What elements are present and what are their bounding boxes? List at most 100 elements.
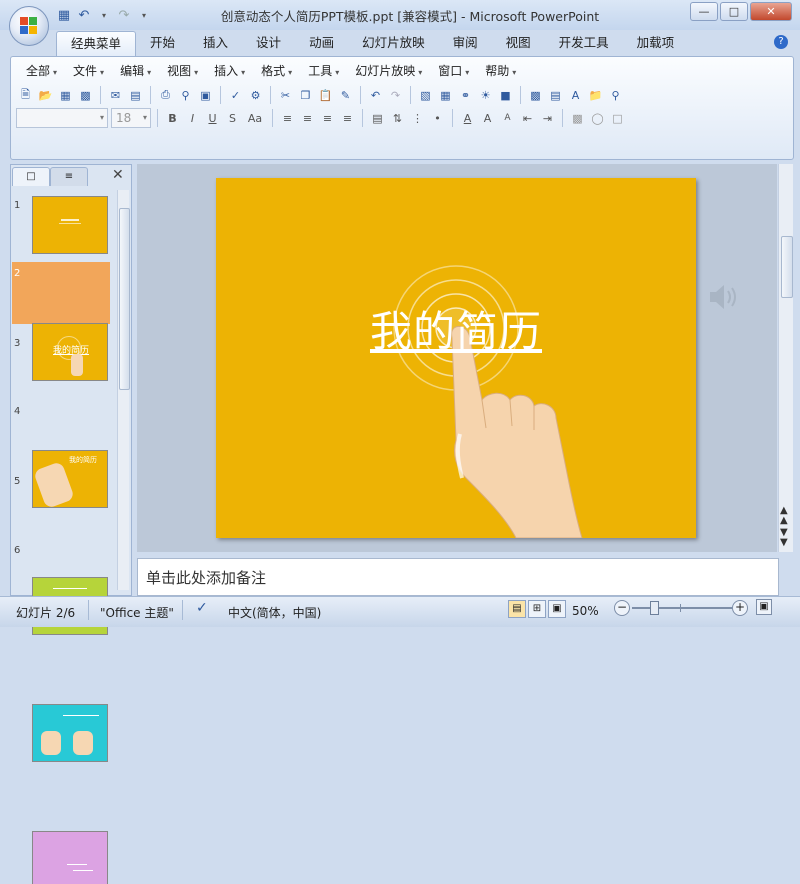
zoom-slider-track[interactable] [632,607,732,609]
notes-pane[interactable]: 单击此处添加备注 [137,558,779,596]
layout-icon[interactable]: ▤ [547,87,564,104]
normal-view-icon[interactable]: ▤ [508,600,526,618]
zoom-icon[interactable]: ⚲ [607,87,624,104]
underline-icon[interactable]: U [204,110,221,127]
minimize-button[interactable]: — [690,2,718,21]
open-folder-icon[interactable]: 📂 [37,87,54,104]
align-left-icon[interactable]: ≡ [279,110,296,127]
tab-developer[interactable]: 开发工具 [545,31,623,55]
font-color-icon[interactable]: A [459,110,476,127]
tab-classic-menu[interactable]: 经典菜单 [56,31,137,56]
tab-addins[interactable]: 加载项 [623,31,689,55]
slide-scrollbar[interactable]: ▲ ▲ ▼ ▼ [778,164,793,552]
page-setup-icon[interactable]: ▣ [197,87,214,104]
clipart-icon[interactable]: ☀ [477,87,494,104]
redo-icon[interactable]: ↷ [116,7,132,23]
slide-thumbnail-1[interactable] [32,196,108,254]
menu-window[interactable]: 窗口 ▾ [430,63,477,79]
change-case-icon[interactable]: Aa [244,110,266,127]
redo-icon[interactable]: ↷ [387,87,404,104]
quick-styles-icon[interactable]: □ [609,110,626,127]
print-preview-icon[interactable]: ⚲ [177,87,194,104]
close-icon[interactable]: ✕ [112,167,124,183]
undo-icon[interactable]: ↶ [367,87,384,104]
decrease-indent-icon[interactable]: ⇤ [519,110,536,127]
speaker-icon[interactable] [706,282,742,312]
slides-pane-scrollbar[interactable] [117,190,130,590]
new-document-icon[interactable]: 🗎 [17,87,34,104]
slide-thumbnail-5[interactable] [32,704,108,762]
text-direction-icon[interactable]: ⇅ [389,110,406,127]
table-icon[interactable]: ▦ [437,87,454,104]
columns-icon[interactable]: ▤ [369,110,386,127]
undo-icon[interactable]: ↶ [76,7,92,23]
bold-icon[interactable]: B [164,110,181,127]
align-right-icon[interactable]: ≡ [319,110,336,127]
save-icon[interactable]: ▦ [57,87,74,104]
shadow-icon[interactable]: S [224,110,241,127]
slideshow-view-icon[interactable]: ▣ [548,600,566,618]
spell-check-icon[interactable]: ✓ [196,600,208,616]
permission-icon[interactable]: ▩ [77,87,94,104]
folder-icon[interactable]: 📁 [587,87,604,104]
chart-icon[interactable]: ▧ [417,87,434,104]
align-center-icon[interactable]: ≡ [299,110,316,127]
tab-review[interactable]: 审阅 [439,31,492,55]
shrink-font-icon[interactable]: A [499,110,516,127]
language-indicator[interactable]: 中文(简体，中国) [228,604,321,621]
increase-indent-icon[interactable]: ⇥ [539,110,556,127]
zoom-out-icon[interactable]: − [614,600,630,616]
office-button[interactable] [9,6,49,46]
tab-insert[interactable]: 插入 [189,31,242,55]
menu-help[interactable]: 帮助 ▾ [477,63,524,79]
tab-slideshow[interactable]: 幻灯片放映 [348,31,439,55]
maximize-button[interactable]: □ [720,2,748,21]
numbering-icon[interactable]: ⋮ [409,110,426,127]
new-slide-icon[interactable]: ▩ [527,87,544,104]
copy-icon[interactable]: ❐ [297,87,314,104]
spelling-icon[interactable]: ✓ [227,87,244,104]
previous-slide-icon[interactable]: ▲ ▲ [780,506,788,526]
attach-icon[interactable]: ▤ [127,87,144,104]
slide-sorter-icon[interactable]: ⊞ [528,600,546,618]
scrollbar-thumb[interactable] [781,236,793,298]
print-icon[interactable]: ⎙ [157,87,174,104]
tab-home[interactable]: 开始 [136,31,189,55]
chevron-down-icon[interactable]: ▾ [96,7,112,23]
design-icon[interactable]: ▩ [569,110,586,127]
color-grayscale-icon[interactable]: ■ [497,87,514,104]
hyperlink-icon[interactable]: ⚭ [457,87,474,104]
font-name-combo[interactable]: ▾ [16,108,108,128]
grow-font-icon[interactable]: A [479,110,496,127]
bullets-icon[interactable]: • [429,110,446,127]
zoom-in-icon[interactable]: + [732,600,748,616]
menu-insert[interactable]: 插入 ▾ [206,63,253,79]
format-painter-icon[interactable]: ✎ [337,87,354,104]
menu-all[interactable]: 全部 ▾ [18,63,65,79]
menu-view[interactable]: 视图 ▾ [159,63,206,79]
slide-thumbnail-2[interactable]: 我的简历 [32,323,108,381]
menu-tools[interactable]: 工具 ▾ [300,63,347,79]
slide-title[interactable]: 我的简历 [216,298,696,359]
scrollbar-thumb[interactable] [119,208,130,390]
slide-thumbnail-3[interactable]: 我的简历 [32,450,108,508]
email-icon[interactable]: ✉ [107,87,124,104]
current-slide[interactable]: 我的简历 [216,178,696,538]
menu-file[interactable]: 文件 ▾ [65,63,112,79]
help-icon[interactable]: ? [774,35,788,49]
customize-qat-icon[interactable]: ▾ [136,7,152,23]
theme-name[interactable]: "Office 主题" [100,604,174,621]
justify-icon[interactable]: ≡ [339,110,356,127]
fit-to-window-icon[interactable]: ▣ [756,599,772,615]
paste-icon[interactable]: 📋 [317,87,334,104]
cut-icon[interactable]: ✂ [277,87,294,104]
tab-slides[interactable]: □ [12,167,50,186]
shapes-icon[interactable]: ◯ [589,110,606,127]
tab-outline[interactable]: ≡ [50,167,88,186]
menu-format[interactable]: 格式 ▾ [253,63,300,79]
save-icon[interactable]: ▦ [56,7,72,23]
tab-animation[interactable]: 动画 [295,31,348,55]
menu-slideshow[interactable]: 幻灯片放映 ▾ [347,63,430,79]
font-size-combo[interactable]: 18 ▾ [111,108,151,128]
slide-thumbnail-6[interactable] [32,831,108,884]
